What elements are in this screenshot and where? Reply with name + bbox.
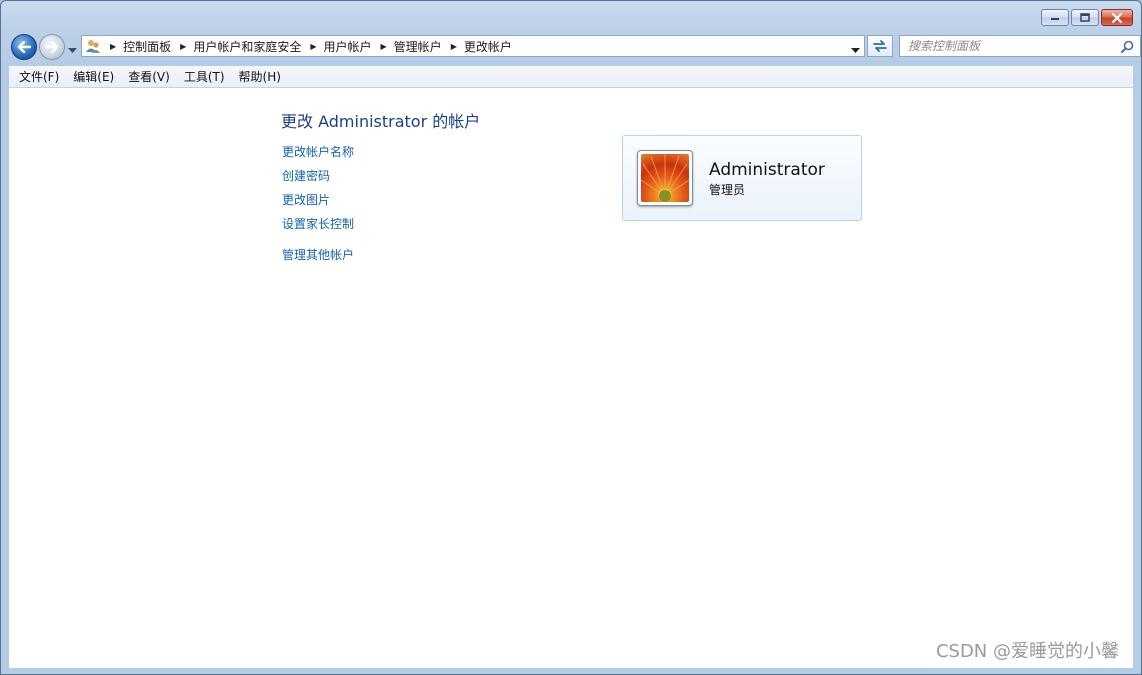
recent-pages-dropdown[interactable] — [68, 43, 77, 57]
breadcrumb-item-user-accounts[interactable]: 用户帐户 — [324, 38, 372, 55]
breadcrumb-item-change-account[interactable]: 更改帐户 — [464, 38, 512, 55]
maximize-icon — [1080, 13, 1090, 22]
caption-buttons — [1041, 9, 1133, 26]
menu-view[interactable]: 查看(V) — [122, 66, 178, 87]
menu-bar: 文件(F) 编辑(E) 查看(V) 工具(T) 帮助(H) — [9, 66, 1133, 88]
address-bar[interactable]: ▶ 控制面板 ▶ 用户帐户和家庭安全 ▶ 用户帐户 ▶ 管理帐户 ▶ 更改帐户 — [81, 35, 865, 57]
watermark: CSDN @爱睡觉的小馨 — [935, 641, 1119, 662]
back-arrow-icon — [17, 41, 31, 53]
address-dropdown[interactable] — [851, 43, 860, 57]
breadcrumb: ▶ 控制面板 ▶ 用户帐户和家庭安全 ▶ 用户帐户 ▶ 管理帐户 ▶ 更改帐户 — [105, 36, 512, 56]
change-account-name-link[interactable]: 更改帐户名称 — [282, 143, 354, 160]
main-content: 更改 Administrator 的帐户 更改帐户名称 创建密码 更改图片 设置… — [9, 88, 1133, 668]
forward-arrow-icon — [45, 41, 59, 53]
page-title: 更改 Administrator 的帐户 — [281, 112, 481, 131]
explorer-window: ▶ 控制面板 ▶ 用户帐户和家庭安全 ▶ 用户帐户 ▶ 管理帐户 ▶ 更改帐户 — [0, 0, 1142, 675]
close-button[interactable] — [1101, 9, 1133, 26]
change-picture-link[interactable]: 更改图片 — [282, 191, 330, 208]
menu-help[interactable]: 帮助(H) — [233, 66, 289, 87]
search-input[interactable] — [908, 37, 1114, 55]
minimize-button[interactable] — [1041, 9, 1069, 26]
flower-picture-icon — [641, 154, 689, 202]
forward-button[interactable] — [39, 34, 65, 60]
breadcrumb-separator-icon[interactable]: ▶ — [381, 42, 387, 51]
search-box — [899, 35, 1141, 57]
control-panel-users-icon — [85, 38, 101, 54]
account-card: Administrator 管理员 — [622, 135, 862, 221]
chevron-down-icon — [68, 48, 77, 53]
refresh-button[interactable] — [867, 35, 893, 57]
manage-other-accounts-link[interactable]: 管理其他帐户 — [282, 246, 354, 263]
menu-tools[interactable]: 工具(T) — [178, 66, 233, 87]
account-picture — [637, 150, 693, 206]
refresh-icon — [873, 40, 887, 52]
chevron-down-icon — [851, 48, 860, 53]
menu-file[interactable]: 文件(F) — [13, 66, 67, 87]
account-name: Administrator — [709, 160, 825, 180]
create-password-link[interactable]: 创建密码 — [282, 167, 330, 184]
menu-edit[interactable]: 编辑(E) — [67, 66, 122, 87]
back-button[interactable] — [11, 34, 37, 60]
breadcrumb-item-control-panel[interactable]: 控制面板 — [123, 38, 171, 55]
breadcrumb-item-user-accounts-family-safety[interactable]: 用户帐户和家庭安全 — [193, 38, 301, 55]
maximize-button[interactable] — [1071, 9, 1099, 26]
navigation-bar: ▶ 控制面板 ▶ 用户帐户和家庭安全 ▶ 用户帐户 ▶ 管理帐户 ▶ 更改帐户 — [9, 34, 1141, 60]
breadcrumb-separator-icon[interactable]: ▶ — [180, 42, 186, 51]
set-parental-controls-link[interactable]: 设置家长控制 — [282, 215, 354, 232]
account-type: 管理员 — [709, 183, 746, 197]
search-icon[interactable] — [1121, 40, 1134, 56]
breadcrumb-separator-icon[interactable]: ▶ — [110, 42, 116, 51]
breadcrumb-separator-icon[interactable]: ▶ — [451, 42, 457, 51]
breadcrumb-separator-icon[interactable]: ▶ — [310, 42, 316, 51]
close-icon — [1111, 12, 1123, 23]
minimize-icon — [1051, 17, 1059, 20]
breadcrumb-item-manage-accounts[interactable]: 管理帐户 — [394, 38, 442, 55]
